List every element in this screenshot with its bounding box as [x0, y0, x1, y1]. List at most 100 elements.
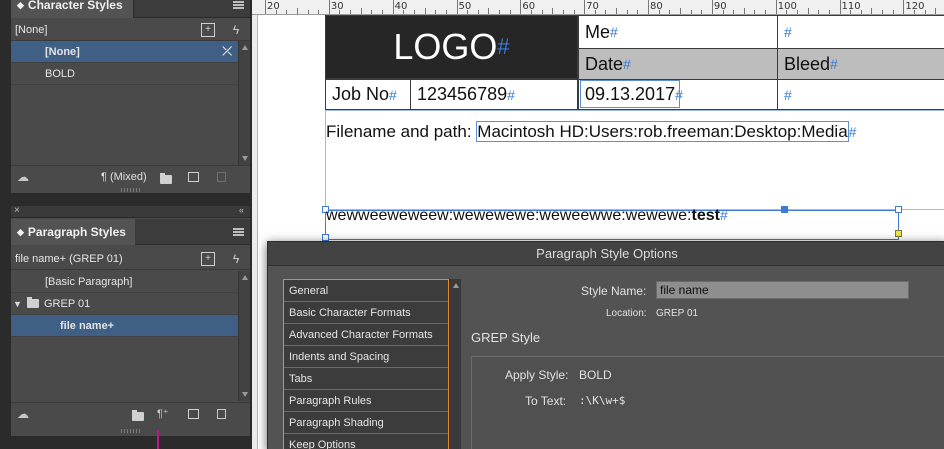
no-override-icon: ⤫: [222, 44, 232, 58]
job-no-label-text: Job No: [332, 84, 390, 104]
filename-line[interactable]: Filename and path: Macintosh HD:Users:ro…: [326, 121, 856, 142]
ruler-major-tick: [520, 0, 522, 14]
chevron-icon: ◆: [17, 226, 24, 237]
category-general[interactable]: General: [284, 280, 448, 302]
category-tabs[interactable]: Tabs: [284, 368, 448, 390]
ruler-minor-tick: [658, 10, 660, 14]
lightning-icon[interactable]: ϟ: [229, 252, 243, 266]
ruler-minor-tick: [690, 10, 692, 14]
hash-mark: #: [507, 86, 515, 103]
paragraph-styles-scrollbar[interactable]: [238, 271, 250, 401]
list-item-char-none[interactable]: [None] ⤫: [11, 41, 238, 63]
category-scrollbar[interactable]: [449, 279, 461, 449]
apply-style-label: Apply Style:: [505, 368, 569, 382]
list-item-basic-paragraph[interactable]: [Basic Paragraph]: [11, 271, 238, 293]
scroll-up-icon[interactable]: [242, 45, 248, 50]
category-advanced-character-formats[interactable]: Advanced Character Formats: [284, 324, 448, 346]
disclosure-triangle-icon[interactable]: ▼: [13, 299, 27, 309]
scroll-up-icon[interactable]: [242, 275, 248, 280]
me-cell[interactable]: Me #: [578, 15, 778, 49]
scroll-down-icon[interactable]: [242, 156, 248, 161]
horizontal-ruler[interactable]: 2030405060708090100110120130140150160170…: [252, 0, 944, 15]
list-item-char-bold[interactable]: BOLD: [11, 63, 238, 85]
ruler-minor-tick: [892, 10, 894, 14]
hash-mark: #: [623, 56, 631, 72]
job-no-value-cell[interactable]: 123456789 #: [410, 79, 578, 110]
grep-style-list[interactable]: Apply Style: BOLD To Text: :\K\w+$: [471, 356, 944, 449]
cloud-icon[interactable]: ☁: [17, 170, 29, 184]
folder-icon[interactable]: [132, 410, 144, 421]
paragraph-style-options-dialog: Paragraph Style Options General Basic Ch…: [267, 241, 944, 449]
scroll-down-icon[interactable]: [242, 392, 248, 397]
folder-icon[interactable]: [160, 173, 172, 184]
clear-overrides-icon[interactable]: ¶⁺: [157, 407, 169, 420]
ruler-minor-tick: [307, 10, 309, 14]
style-name-input[interactable]: [656, 281, 909, 299]
trash-icon[interactable]: [217, 172, 226, 182]
ruler-tick-label: 50: [458, 1, 472, 12]
ruler-minor-tick: [637, 10, 639, 14]
list-item-label: file name+: [60, 319, 115, 332]
ruler-minor-tick: [818, 10, 820, 14]
character-styles-scrollbar[interactable]: [238, 41, 250, 165]
ruler-major-tick: [265, 0, 266, 14]
paragraph-styles-list: [Basic Paragraph] ▼ GREP 01 file name+: [11, 271, 238, 401]
frame-handle[interactable]: [781, 206, 788, 213]
category-basic-character-formats[interactable]: Basic Character Formats: [284, 302, 448, 324]
location-value: GREP 01: [656, 308, 699, 319]
category-keep-options[interactable]: Keep Options: [284, 434, 448, 449]
tab-paragraph-styles[interactable]: ◆ Paragraph Styles: [11, 219, 137, 245]
ruler-major-tick: [648, 0, 650, 14]
ruler-minor-tick: [488, 8, 490, 14]
scroll-up-icon[interactable]: [453, 283, 459, 288]
ruler-minor-tick: [552, 8, 554, 14]
panel-resize-grip[interactable]: [120, 188, 141, 192]
lightning-icon[interactable]: ϟ: [229, 23, 243, 37]
grep-sample-line[interactable]: wewweeweweew:wewewewe:weweewwe:wewewe:te…: [326, 207, 728, 225]
create-style-icon[interactable]: +: [201, 23, 215, 37]
new-style-icon[interactable]: [188, 172, 199, 182]
list-item-label: [Basic Paragraph]: [45, 275, 133, 288]
hash-mark: #: [389, 86, 397, 103]
logo-cell[interactable]: LOGO #: [325, 15, 578, 79]
tab-character-styles[interactable]: ◆ Character Styles: [11, 0, 134, 18]
hash-mark: #: [497, 34, 510, 59]
out-port-handle[interactable]: [895, 230, 902, 237]
to-text-value[interactable]: :\K\w+$: [579, 394, 625, 407]
hash-mark: #: [784, 24, 792, 40]
apply-style-value[interactable]: BOLD: [579, 368, 612, 382]
bleed-cell[interactable]: Bleed #: [777, 48, 944, 80]
date-label-cell[interactable]: Date #: [578, 48, 778, 80]
ruler-minor-tick: [797, 10, 798, 14]
list-item-file-name[interactable]: file name+: [11, 315, 238, 337]
ruler-minor-tick: [467, 10, 469, 14]
trash-icon[interactable]: [217, 409, 226, 419]
list-item-group-grep01[interactable]: ▼ GREP 01: [11, 293, 238, 315]
vertical-ruler[interactable]: [252, 15, 258, 449]
me-text: Me: [585, 21, 611, 42]
ruler-minor-tick: [828, 10, 830, 14]
panel-menu-icon[interactable]: [233, 1, 244, 9]
ruler-minor-tick: [531, 10, 532, 14]
category-paragraph-rules[interactable]: Paragraph Rules: [284, 390, 448, 412]
category-paragraph-shading[interactable]: Paragraph Shading: [284, 412, 448, 434]
ruler-major-tick: [328, 0, 330, 14]
frame-handle[interactable]: [322, 234, 329, 241]
new-style-icon[interactable]: [188, 409, 199, 419]
category-indents-and-spacing[interactable]: Indents and Spacing: [284, 346, 448, 368]
close-panel-icon[interactable]: ×: [14, 205, 20, 216]
ruler-tick-label: 70: [586, 1, 599, 12]
cloud-icon[interactable]: ☁: [17, 407, 29, 421]
me-value-cell[interactable]: #: [777, 15, 944, 49]
frame-handle[interactable]: [895, 206, 902, 213]
panel-menu-icon[interactable]: [233, 228, 244, 236]
job-no-label-cell[interactable]: Job No #: [325, 79, 411, 110]
panel-resize-grip[interactable]: [120, 429, 141, 433]
empty-value-cell[interactable]: #: [777, 79, 944, 110]
mixed-style-label: ¶ (Mixed): [101, 171, 147, 183]
collapse-panel-icon[interactable]: «: [239, 205, 244, 215]
create-style-icon[interactable]: +: [201, 252, 215, 266]
ruler-tick-label: 90: [713, 1, 727, 12]
paragraph-styles-title: Paragraph Styles: [27, 225, 126, 239]
ruler-minor-tick: [754, 10, 756, 14]
